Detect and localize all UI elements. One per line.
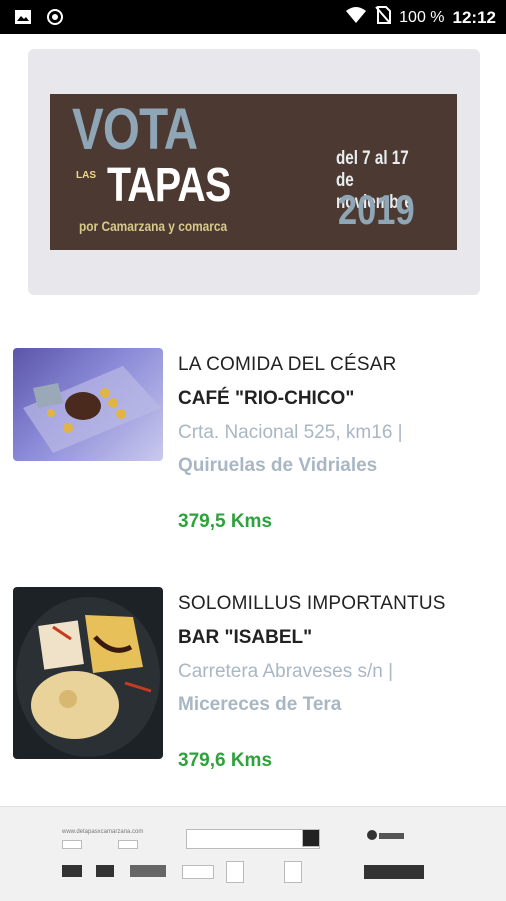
distance-label: 379,6 Kms [178, 750, 273, 771]
venue-address: Carretera Abraveses s/n | [178, 661, 394, 682]
sponsor-logo-1 [62, 865, 82, 877]
banner-vota: VOTA [72, 97, 198, 162]
sponsor-logo-3 [130, 865, 166, 877]
sponsor-logo-ruta [364, 829, 404, 845]
banner-tapas: TAPAS [107, 159, 231, 212]
caja-rural-logo [364, 865, 424, 879]
sponsor-logo-association [186, 829, 320, 849]
tapa-title: LA COMIDA DEL CÉSAR [178, 354, 397, 375]
venue-town: Micereces de Tera [178, 694, 342, 715]
banner-dates-line1: del 7 al 17 [336, 148, 409, 169]
list-item[interactable]: LA COMIDA DEL CÉSAR CAFÉ "RIO-CHICO" Crt… [0, 348, 506, 548]
sponsors-footer: www.detapasxcamarzana.com [0, 806, 506, 901]
clock: 12:12 [452, 7, 496, 27]
no-sim-icon [375, 6, 392, 29]
image-icon [14, 8, 32, 26]
status-right: 100 % 12:12 [345, 6, 496, 29]
venue-name: CAFÉ "RIO-CHICO" [178, 388, 355, 409]
tapa-photo [13, 348, 163, 461]
municipality-crest-icon [226, 861, 244, 883]
facebook-logo [62, 840, 82, 849]
list-item[interactable]: SOLOMILLUS IMPORTANTUS BAR "ISABEL" Carr… [0, 587, 506, 787]
sponsor-logo-4 [182, 865, 214, 879]
footer-website: www.detapasxcamarzana.com [62, 829, 144, 835]
event-banner[interactable]: VOTA LAS TAPAS por Camarzana y comarca d… [50, 94, 457, 250]
banner-subtitle: por Camarzana y comarca [79, 218, 228, 234]
banner-year: 2019 [338, 186, 415, 233]
status-left-icons [14, 8, 64, 26]
tapa-photo [13, 587, 163, 759]
wifi-icon [345, 6, 367, 29]
junta-crest-icon [284, 861, 302, 883]
twitter-logo [118, 840, 138, 849]
venue-address: Crta. Nacional 525, km16 | [178, 422, 403, 443]
sponsor-logo-2 [96, 865, 114, 877]
banner-card: VOTA LAS TAPAS por Camarzana y comarca d… [28, 49, 480, 295]
tapa-title: SOLOMILLUS IMPORTANTUS [178, 593, 446, 614]
venue-name: BAR "ISABEL" [178, 627, 313, 648]
venue-town: Quiruelas de Vidriales [178, 455, 378, 476]
banner-las: LAS [76, 170, 96, 181]
qr-code-icon [302, 829, 320, 847]
record-icon [46, 8, 64, 26]
status-bar: 100 % 12:12 [0, 0, 506, 34]
battery-percentage: 100 % [399, 8, 445, 26]
distance-label: 379,5 Kms [178, 511, 273, 532]
